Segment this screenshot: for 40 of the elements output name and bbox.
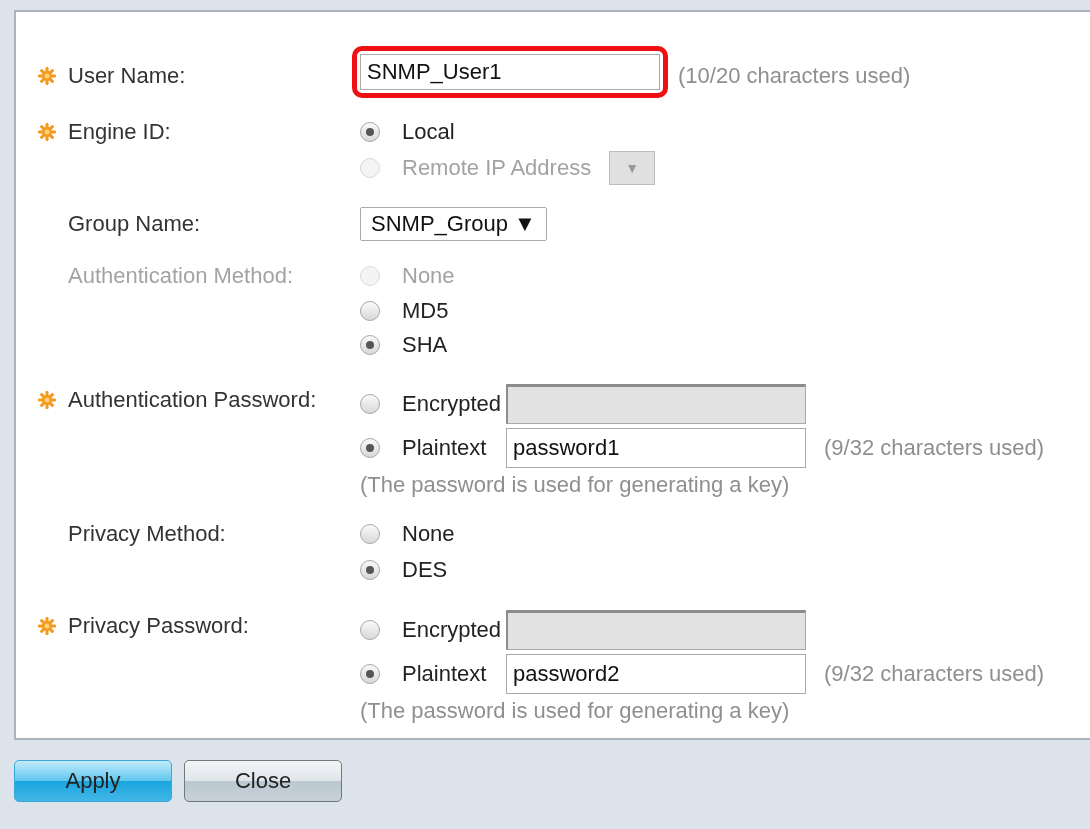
radio-button[interactable] [360, 524, 380, 544]
password-field[interactable]: password2 [506, 654, 806, 694]
required-icon [38, 617, 56, 635]
option-label: Plaintext [402, 661, 488, 687]
field-label: Group Name: [68, 210, 202, 238]
password-note: (The password is used for generating a key) [360, 472, 790, 498]
radio-button[interactable] [360, 438, 380, 458]
option-label: None [402, 521, 455, 547]
required-icon [38, 391, 56, 409]
option-label: Plaintext [402, 435, 488, 461]
field-label: Privacy Password: [68, 612, 250, 640]
radio-button[interactable] [360, 122, 380, 142]
close-button[interactable]: Close [184, 760, 342, 802]
required-icon [38, 67, 56, 85]
field-label: Engine ID: [68, 118, 172, 146]
character-count: (9/32 characters used) [824, 435, 1045, 461]
field-label: User Name: [68, 62, 187, 90]
password-note: (The password is used for generating a key) [360, 698, 790, 724]
group-select[interactable]: SNMP_Group ▼ [360, 207, 547, 241]
option-label: Encrypted [402, 391, 503, 417]
option-label: Remote IP Address [402, 155, 592, 181]
field-label: Authentication Method: [68, 262, 295, 290]
option-label: Local [402, 119, 455, 145]
option-label: SHA [402, 332, 448, 358]
option-label: DES [402, 557, 448, 583]
character-count: (9/32 characters used) [824, 661, 1045, 687]
option-label: MD5 [402, 298, 449, 324]
option-label: Encrypted [402, 617, 503, 643]
radio-button[interactable] [360, 560, 380, 580]
field-label: Privacy Method: [68, 520, 227, 548]
radio-button[interactable] [360, 394, 380, 414]
apply-button[interactable]: Apply [14, 760, 172, 802]
character-count: (10/20 characters used) [678, 63, 911, 89]
radio-button[interactable] [360, 620, 380, 640]
password-field[interactable]: password1 [506, 428, 806, 468]
field-label: Authentication Password: [68, 386, 318, 414]
required-icon [38, 123, 56, 141]
user-name-field[interactable]: SNMP_User1 [360, 54, 660, 90]
option-label: None [402, 263, 455, 289]
radio-button[interactable] [360, 664, 380, 684]
